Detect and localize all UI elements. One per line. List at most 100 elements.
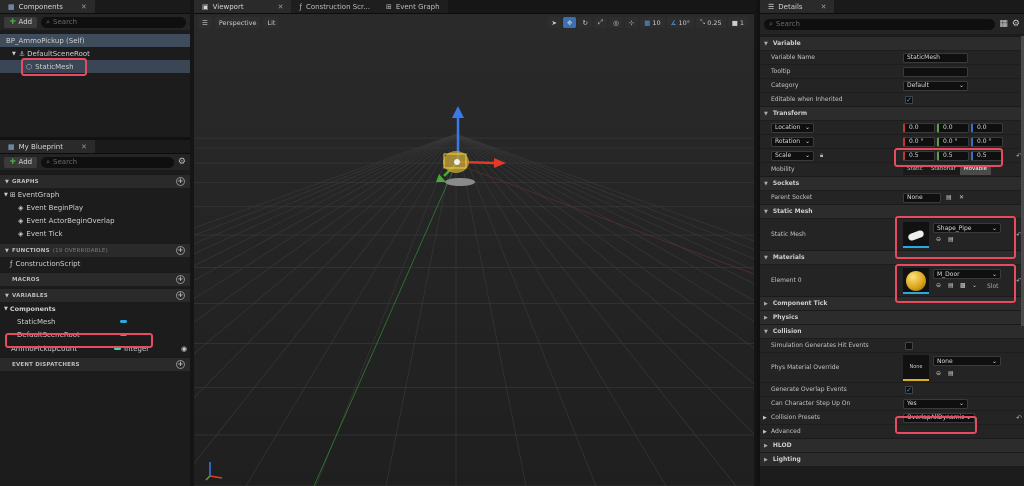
gen-overlap-checkbox[interactable]: ✓ xyxy=(905,385,913,394)
select-mode-button[interactable]: ➤ xyxy=(547,17,561,28)
perspective-button[interactable]: Perspective xyxy=(214,17,261,28)
transform-gizmo[interactable] xyxy=(424,102,514,197)
phys-mat-dropdown[interactable]: None ⌄ xyxy=(933,356,1001,366)
location-y-field[interactable]: 0.0 xyxy=(937,122,969,133)
close-icon[interactable]: ✕ xyxy=(278,3,284,11)
scale-x-field[interactable]: 0.5 xyxy=(903,150,935,161)
scale-y-field[interactable]: 0.5 xyxy=(937,150,969,161)
scale-mode-button[interactable]: ⤢ xyxy=(593,17,608,28)
event-graph-tab[interactable]: ⊞ Event Graph xyxy=(377,0,448,13)
table-view-icon[interactable]: ▦ xyxy=(999,19,1008,29)
components-search-input[interactable]: ⌕ Search xyxy=(41,16,186,28)
translate-mode-button[interactable]: ✥ xyxy=(562,17,577,28)
lighting-section-header[interactable]: ▶ Lighting xyxy=(760,452,1024,466)
camera-speed-button[interactable]: ■ 1 xyxy=(727,17,748,28)
event-item-tick[interactable]: ◈ Event Tick xyxy=(0,227,190,240)
materials-section-header[interactable]: ▼ Materials xyxy=(760,250,1024,264)
sockets-section-header[interactable]: ▼ Sockets xyxy=(760,176,1024,190)
graph-item-eventgraph[interactable]: ▼ ⊞ EventGraph xyxy=(0,188,190,201)
close-icon[interactable]: ✕ xyxy=(81,3,87,11)
lit-button[interactable]: Lit xyxy=(263,17,280,28)
my-blueprint-tab[interactable]: ▦ My Blueprint ✕ xyxy=(0,140,95,153)
physics-section-header[interactable]: ▶ Physics xyxy=(760,310,1024,324)
checker-icon[interactable]: ▩ xyxy=(960,282,966,289)
mesh-thumbnail[interactable] xyxy=(903,222,929,248)
add-dispatcher-icon[interactable]: + xyxy=(176,360,185,369)
components-tab[interactable]: ▦ Components ✕ xyxy=(0,0,95,13)
chevron-down-icon[interactable]: ⌄ xyxy=(972,282,977,289)
phys-mat-thumbnail[interactable]: None xyxy=(903,355,929,381)
viewport-canvas[interactable]: ☰ Perspective Lit ➤ ✥ ↻ ⤢ ◎ ⊹ ▦ 10 ∡ 10° ⤡… xyxy=(194,14,754,486)
location-x-field[interactable]: 0.0 xyxy=(903,122,935,133)
rotation-x-field[interactable]: 0.0 ° xyxy=(903,136,935,147)
collision-section-header[interactable]: ▼ Collision xyxy=(760,324,1024,338)
location-z-field[interactable]: 0.0 xyxy=(971,122,1003,133)
static-mesh-dropdown[interactable]: Shape_Pipe ⌄ xyxy=(933,223,1001,233)
category-dropdown[interactable]: Default ⌄ xyxy=(903,80,968,91)
material-dropdown[interactable]: M_Door ⌄ xyxy=(933,269,1001,279)
function-item-constructionscript[interactable]: ƒ ConstructionScript xyxy=(0,257,190,270)
tree-item-self[interactable]: BP_AmmoPickup (Self) xyxy=(0,34,190,47)
variable-item-defaultsceneroot[interactable]: DefaultSceneRoot xyxy=(0,328,190,341)
variable-item-ammopickupcount[interactable]: AmmoPickupCount Integer ◉ xyxy=(0,342,190,355)
variable-name-field[interactable]: StaticMesh xyxy=(903,52,968,63)
add-blueprint-member-button[interactable]: + Add xyxy=(4,156,38,168)
macros-section-header[interactable]: MACROS + xyxy=(0,272,190,286)
scale-dropdown[interactable]: Scale ⌄ xyxy=(771,150,814,161)
use-selected-icon[interactable]: ⊖ xyxy=(936,370,941,377)
details-search-input[interactable]: ⌕ Search xyxy=(764,18,996,30)
eye-icon[interactable]: ◉ xyxy=(181,345,187,353)
hlod-section-header[interactable]: ▶ HLOD xyxy=(760,438,1024,452)
browse-icon[interactable]: ▤ xyxy=(948,282,954,289)
variables-components-group[interactable]: ▼ Components xyxy=(0,302,190,315)
viewport-menu-button[interactable]: ☰ xyxy=(198,17,212,28)
event-item-beginplay[interactable]: ◈ Event BeginPlay xyxy=(0,201,190,214)
material-thumbnail[interactable] xyxy=(903,268,929,294)
location-dropdown[interactable]: Location ⌄ xyxy=(771,122,814,133)
rotation-y-field[interactable]: 0.0 ° xyxy=(937,136,969,147)
variable-section-header[interactable]: ▼ Variable xyxy=(760,36,1024,50)
close-icon[interactable]: ✕ xyxy=(821,3,827,11)
grid-snap-button[interactable]: ▦ 10 xyxy=(640,17,665,28)
mobility-movable[interactable]: Movable xyxy=(959,164,992,175)
rotation-dropdown[interactable]: Rotation ⌄ xyxy=(771,136,814,147)
surface-snap-button[interactable]: ⊹ xyxy=(624,17,639,28)
viewport-tab[interactable]: ▣ Viewport ✕ xyxy=(194,0,292,13)
browse-icon[interactable]: ▤ xyxy=(948,236,954,243)
advanced-row[interactable]: ▶ Advanced xyxy=(760,424,1024,438)
world-space-button[interactable]: ◎ xyxy=(609,17,623,28)
gear-icon[interactable]: ⚙ xyxy=(178,157,186,167)
tree-item-static-mesh[interactable]: ⬡ StaticMesh xyxy=(0,60,190,73)
sim-hit-checkbox[interactable]: ✓ xyxy=(905,341,913,350)
add-graph-icon[interactable]: + xyxy=(176,177,185,186)
scale-z-field[interactable]: 0.5 xyxy=(971,150,1003,161)
mobility-stationary[interactable]: Stationar xyxy=(926,164,960,175)
step-up-dropdown[interactable]: Yes ⌄ xyxy=(903,398,968,409)
parent-socket-field[interactable]: None xyxy=(903,192,941,203)
construction-script-tab[interactable]: ƒ Construction Scr... xyxy=(291,0,378,13)
functions-section-header[interactable]: ▼ FUNCTIONS (19 OVERRIDABLE) + xyxy=(0,243,190,257)
my-blueprint-search-input[interactable]: ⌕ Search xyxy=(41,156,174,168)
use-selected-icon[interactable]: ⊖ xyxy=(936,236,941,243)
clear-icon[interactable]: ✕ xyxy=(959,194,964,201)
editable-inherited-checkbox[interactable]: ✓ xyxy=(905,95,913,104)
use-selected-icon[interactable]: ⊖ xyxy=(936,282,941,289)
details-tab[interactable]: ☰ Details ✕ xyxy=(760,0,835,13)
rotation-z-field[interactable]: 0.0 ° xyxy=(971,136,1003,147)
event-dispatchers-section-header[interactable]: EVENT DISPATCHERS + xyxy=(0,357,190,371)
transform-section-header[interactable]: ▼ Transform xyxy=(760,106,1024,120)
variable-item-staticmesh[interactable]: StaticMesh xyxy=(0,315,190,328)
static-mesh-section-header[interactable]: ▼ Static Mesh xyxy=(760,204,1024,218)
browse-icon[interactable]: ▤ xyxy=(946,194,952,201)
add-component-button[interactable]: + Add xyxy=(4,16,38,28)
variables-section-header[interactable]: ▼ VARIABLES + xyxy=(0,288,190,302)
scale-snap-button[interactable]: ⤡ 0.25 xyxy=(696,17,726,28)
add-function-icon[interactable]: + xyxy=(176,246,185,255)
reset-arrow-icon[interactable]: ↶ xyxy=(1016,414,1022,422)
close-icon[interactable]: ✕ xyxy=(81,143,87,151)
add-variable-icon[interactable]: + xyxy=(176,291,185,300)
event-item-actorbeginoverlap[interactable]: ◈ Event ActorBeginOverlap xyxy=(0,214,190,227)
lock-icon[interactable]: 🔒︎ xyxy=(820,152,823,160)
rotate-mode-button[interactable]: ↻ xyxy=(578,17,592,28)
add-macro-icon[interactable]: + xyxy=(176,275,185,284)
